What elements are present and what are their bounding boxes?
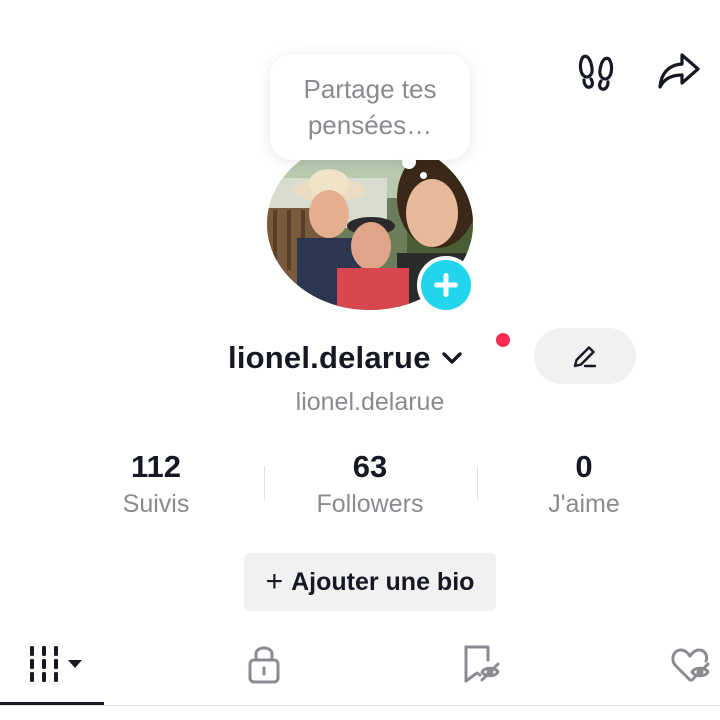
followers-count: 63	[352, 449, 388, 484]
add-bio-button[interactable]: + Ajouter une bio	[244, 553, 496, 611]
plus-icon: +	[265, 565, 284, 598]
plus-icon	[434, 273, 458, 297]
profile-avatar-container	[267, 138, 475, 314]
tab-videos[interactable]	[10, 634, 104, 694]
likes-count: 0	[575, 449, 593, 484]
bubble-tail-dot	[420, 172, 427, 179]
add-bio-label: Ajouter une bio	[291, 567, 475, 596]
bubble-tail	[402, 155, 416, 169]
chevron-down-icon[interactable]	[437, 343, 467, 373]
liked-hidden-icon	[671, 648, 710, 682]
thoughts-bubble[interactable]: Partage tes pensées…	[270, 54, 470, 160]
stat-likes[interactable]: 0 J'aime	[494, 448, 674, 522]
following-label: Suivis	[122, 490, 190, 518]
notification-dot	[494, 331, 512, 349]
stat-divider	[264, 466, 265, 500]
followers-label: Followers	[316, 490, 424, 518]
profile-handle: lionel.delarue	[295, 388, 445, 416]
following-count: 112	[130, 449, 181, 484]
tab-saved[interactable]	[448, 634, 512, 694]
share-icon[interactable]	[654, 46, 704, 96]
footprints-icon[interactable]	[572, 46, 622, 96]
username-row[interactable]: lionel.delarue	[228, 336, 467, 380]
stat-divider	[477, 466, 478, 500]
likes-label: J'aime	[548, 490, 620, 518]
caret-down-icon	[68, 660, 82, 668]
lock-icon	[248, 646, 280, 684]
saved-hidden-icon	[464, 645, 500, 683]
thoughts-bubble-text: Partage tes pensées…	[303, 74, 437, 140]
stat-followers[interactable]: 63 Followers	[280, 448, 460, 522]
tab-bar-border	[0, 705, 720, 706]
videos-grid-icon	[30, 646, 82, 682]
tab-private[interactable]	[232, 634, 296, 694]
pencil-icon	[573, 346, 597, 368]
tab-liked[interactable]	[660, 634, 720, 694]
stat-following[interactable]: 112 Suivis	[66, 448, 246, 522]
username: lionel.delarue	[228, 340, 431, 375]
edit-profile-button[interactable]	[534, 328, 636, 384]
add-story-button[interactable]	[417, 256, 475, 314]
